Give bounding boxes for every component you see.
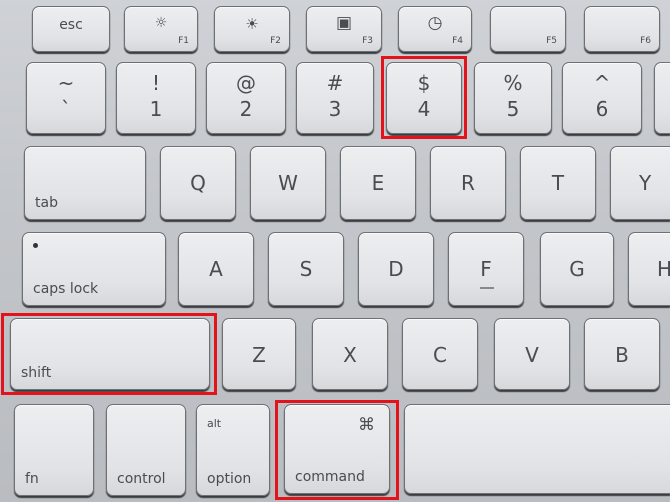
key-f2[interactable]: ☀ F2 [214,6,290,52]
key-r[interactable]: R [430,146,506,220]
key-label: control [117,471,166,487]
key-esc[interactable]: esc [32,6,110,52]
key-label: Y [639,171,652,195]
key-2[interactable]: @2 [206,62,286,134]
key-label: ^ [593,71,611,95]
expose-icon: ▣ [335,13,353,33]
key-b[interactable]: B [584,318,660,390]
key-7-partial[interactable] [654,62,670,134]
key-g[interactable]: G [540,232,614,306]
key-label: H [657,257,670,281]
key-e[interactable]: E [340,146,416,220]
key-label: # [326,71,344,95]
key-label: S [299,257,313,281]
key-f3[interactable]: ▣ F3 [306,6,382,52]
key-label: ~ [57,71,75,95]
key-label: B [615,343,629,367]
key-label: ` [61,97,71,121]
key-label: 6 [595,97,609,121]
key-x[interactable]: X [312,318,388,390]
highlight-key-4 [381,56,467,139]
key-label: Z [252,343,266,367]
key-label: F6 [640,36,651,46]
key-label: 2 [239,97,253,121]
key-a[interactable]: A [178,232,254,306]
key-label: 5 [506,97,520,121]
key-label: V [525,343,539,367]
key-w[interactable]: W [250,146,326,220]
key-label: X [343,343,357,367]
key-f6[interactable]: F6 [584,6,660,52]
key-label: F4 [452,36,463,46]
key-label: C [433,343,447,367]
key-f4[interactable]: ◷ F4 [398,6,472,52]
home-bump-icon [480,287,494,289]
key-label: T [551,171,565,195]
key-label: fn [25,471,39,487]
key-5[interactable]: % 5 [474,62,552,134]
key-6[interactable]: ^ 6 [562,62,642,134]
key-option[interactable]: alt option [196,404,270,496]
key-label: F5 [546,36,557,46]
key-label: 1 [149,97,163,121]
key-label: Q [190,171,206,195]
key-label: A [209,257,223,281]
key-label: esc [59,17,83,33]
key-label: F2 [270,36,281,46]
key-y[interactable]: Y [610,146,670,220]
key-label: R [461,171,475,195]
key-f[interactable]: F [448,232,524,306]
key-caps-lock[interactable]: caps lock [22,232,166,306]
brightness-up-icon: ☀ [245,15,259,33]
key-label: tab [35,195,58,211]
key-h[interactable]: H [628,232,670,306]
key-q[interactable]: Q [160,146,236,220]
key-label: alt [207,417,222,430]
key-space[interactable] [404,404,670,494]
key-label: F1 [178,36,189,46]
brightness-down-icon: ☼ [154,15,168,31]
key-label: 3 [328,97,342,121]
key-label: @ [236,71,256,95]
key-z[interactable]: Z [222,318,296,390]
key-f5[interactable]: F5 [490,6,566,52]
key-1[interactable]: ! 1 [116,62,196,134]
key-label: G [569,257,585,281]
key-label: ! [151,71,161,95]
key-c[interactable]: C [402,318,478,390]
highlight-key-shift [1,313,217,395]
key-s[interactable]: S [268,232,344,306]
key-3[interactable]: #3 [296,62,374,134]
key-label: E [371,171,385,195]
key-label: option [207,471,252,487]
caps-lock-indicator-icon [33,243,38,248]
highlight-key-command [275,400,399,500]
key-label: W [278,171,298,195]
key-d[interactable]: D [358,232,434,306]
key-t[interactable]: T [520,146,596,220]
key-label: F3 [362,36,373,46]
key-control[interactable]: control [106,404,186,496]
key-tilde[interactable]: ~ ` [26,62,106,134]
key-fn[interactable]: fn [14,404,94,496]
dashboard-icon: ◷ [427,13,443,33]
key-label: caps lock [33,281,99,297]
key-label: F [480,257,492,281]
key-tab[interactable]: tab [24,146,146,220]
key-v[interactable]: V [494,318,570,390]
key-f1[interactable]: ☼ F1 [124,6,198,52]
key-label: D [388,257,404,281]
key-label: % [503,71,523,95]
